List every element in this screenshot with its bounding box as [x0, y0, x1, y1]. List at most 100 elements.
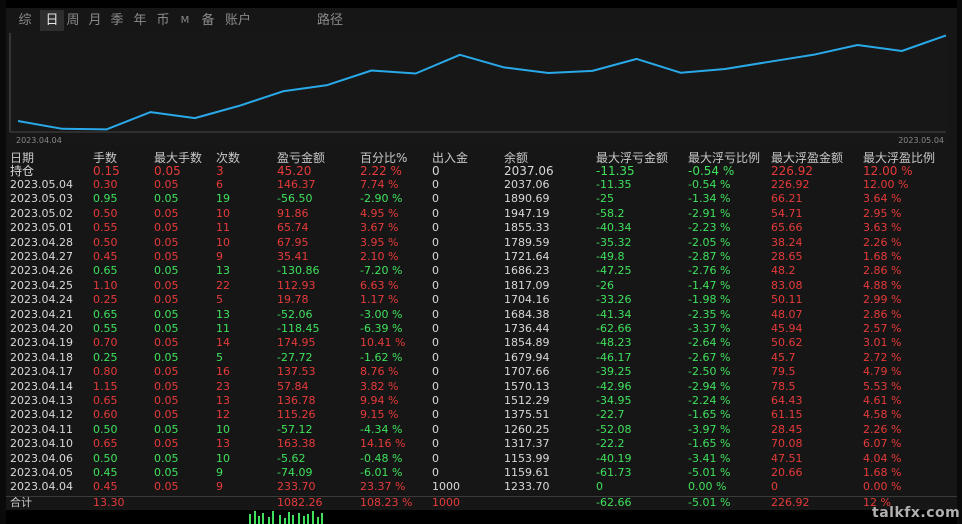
table-row[interactable]: 2023.04.05 0.45 0.05 9 -74.09 -6.01 % 0 1159.61… [0, 466, 958, 480]
cell-pct: 3.67 % [360, 221, 399, 235]
table-row[interactable]: 2023.04.21 0.65 0.05 13 -52.06 -3.00 % 0 1684.3… [0, 308, 958, 322]
cell-pct: -4.34 % [360, 422, 403, 436]
cell-max-fp-pct: 2.86 % [863, 264, 902, 278]
cell-max-fp-pct: 2.99 % [863, 293, 902, 307]
cell-max-lots: 0.05 [154, 235, 179, 249]
cell-count: 9 [216, 465, 223, 479]
cell-flow: 0 [432, 451, 439, 465]
cell-flow: 0 [432, 221, 439, 235]
cell-max-fl-pct: -2.94 % [688, 379, 731, 393]
table-row[interactable]: 2023.04.19 0.70 0.05 14 174.95 10.41 % 0 1854.8… [0, 336, 958, 350]
cell-max-fp: 64.43 [771, 393, 803, 407]
table-row[interactable]: 2023.04.12 0.60 0.05 12 115.26 9.15 % 0 1375.51… [0, 408, 958, 422]
table-row[interactable]: 2023.05.04 0.30 0.05 6 146.37 7.74 % 0 2037.06 -… [0, 178, 958, 192]
table-row[interactable]: 2023.04.06 0.50 0.05 10 -5.62 -0.48 % 0 1153.99… [0, 452, 958, 466]
cell-lots: 0.70 [93, 336, 118, 350]
cell-max-lots: 0.05 [154, 206, 179, 220]
cell-max-fp: 47.51 [771, 451, 803, 465]
cell-flow: 0 [432, 365, 439, 379]
table-row[interactable]: 2023.04.18 0.25 0.05 5 -27.72 -1.62 % 0 1679.94… [0, 351, 958, 365]
cell-max-fl-pct: -3.37 % [688, 321, 731, 335]
cell-pct: -1.62 % [360, 350, 403, 364]
table-row[interactable]: 2023.04.17 0.80 0.05 16 137.53 8.76 % 0 1707.66… [0, 365, 958, 379]
cell-max-fl-pct: -3.97 % [688, 422, 731, 436]
cell-pnl: 67.95 [277, 235, 309, 249]
cell-count: 6 [216, 177, 223, 191]
cell-balance: 1736.44 [504, 321, 550, 335]
cell-max-fl: -26 [596, 278, 614, 292]
cell-flow: 0 [432, 379, 439, 393]
table-row[interactable]: 2023.04.28 0.50 0.05 10 67.95 3.95 % 0 1789.59 -… [0, 236, 958, 250]
tab-path[interactable]: 路径 [314, 10, 346, 32]
table-row[interactable]: 2023.04.26 0.65 0.05 13 -130.86 -7.20 % 0 1686.… [0, 264, 958, 278]
cell-max-fl: -11.35 [596, 177, 632, 191]
holding-row[interactable]: 持仓 0.15 0.05 3 45.20 2.22 % 0 2037.06 -11.35 -0.5… [0, 164, 958, 178]
cell-date: 持仓 [10, 163, 35, 178]
tab-weekly[interactable]: 周 [64, 10, 82, 32]
cell-date: 2023.04.11 [10, 422, 73, 436]
cell-max-fl-pct: -5.01 % [688, 465, 731, 479]
period-tabs: 综 日 周 月 季 年 币 M 备 账户 路径 [8, 10, 948, 32]
cell-max-fl-pct: -0.54 % [688, 163, 735, 178]
cell-max-lots: 0.05 [154, 249, 179, 263]
table-row[interactable]: 2023.04.25 1.10 0.05 22 112.93 6.63 % 0 1817.09… [0, 279, 958, 293]
tab-notes[interactable]: 备 [198, 10, 218, 32]
table-row[interactable]: 2023.04.14 1.15 0.05 23 57.84 3.82 % 0 1570.13 -… [0, 380, 958, 394]
mini-volume-bars [249, 511, 323, 524]
tab-yearly[interactable]: 年 [131, 10, 149, 32]
tab-currency[interactable]: 币 [153, 10, 173, 32]
cell-pnl: 112.93 [277, 278, 316, 292]
cell-pnl: -74.09 [277, 465, 313, 479]
table-row[interactable]: 2023.04.10 0.65 0.05 13 163.38 14.16 % 0 1317.3… [0, 437, 958, 451]
cell-max-fp: 226.92 [771, 177, 810, 191]
cell-date: 2023.04.10 [10, 437, 73, 451]
cell-pct: -3.00 % [360, 307, 403, 321]
cell-pnl: 19.78 [277, 293, 309, 307]
cell-flow: 0 [432, 177, 439, 191]
total-pct: 108.23 % [360, 496, 413, 510]
table-row[interactable]: 2023.05.03 0.95 0.05 19 -56.50 -2.90 % 0 1890.6… [0, 192, 958, 206]
cell-count: 19 [216, 192, 230, 206]
cell-max-fl-pct: -2.05 % [688, 235, 731, 249]
tab-account[interactable]: 账户 [222, 10, 254, 32]
cell-pct: -7.20 % [360, 264, 403, 278]
table-row[interactable]: 2023.04.20 0.55 0.05 11 -118.45 -6.39 % 0 1736.… [0, 322, 958, 336]
cell-pnl: 233.70 [277, 480, 316, 494]
cell-date: 2023.04.14 [10, 379, 73, 393]
cell-max-fl: -39.25 [596, 365, 632, 379]
table-row[interactable]: 2023.04.04 0.45 0.05 9 233.70 23.37 % 1000 1233… [0, 480, 958, 494]
cell-max-fl-pct: -1.65 % [688, 437, 731, 451]
cell-max-fp: 50.11 [771, 293, 803, 307]
cell-max-fl: -48.23 [596, 336, 632, 350]
cell-max-fl: -62.66 [596, 321, 632, 335]
tab-quarterly[interactable]: 季 [108, 10, 126, 32]
table-row[interactable]: 2023.05.01 0.55 0.05 11 65.74 3.67 % 0 1855.33 -… [0, 221, 958, 235]
cell-lots: 0.60 [93, 408, 118, 422]
cell-max-fl-pct: -1.34 % [688, 192, 731, 206]
cell-max-lots: 0.05 [154, 307, 179, 321]
table-row[interactable]: 2023.05.02 0.50 0.05 10 91.86 4.95 % 0 1947.19 -… [0, 207, 958, 221]
tab-monthly[interactable]: 月 [86, 10, 104, 32]
cell-max-fl-pct: -2.50 % [688, 365, 731, 379]
cell-max-fp: 79.5 [771, 365, 796, 379]
cell-count: 14 [216, 336, 230, 350]
cell-balance: 1153.99 [504, 451, 550, 465]
cell-max-fp-pct: 5.53 % [863, 379, 902, 393]
cell-date: 2023.04.12 [10, 408, 73, 422]
cell-max-lots: 0.05 [154, 465, 179, 479]
tab-m[interactable]: M [178, 10, 192, 32]
tab-daily[interactable]: 日 [40, 10, 64, 32]
cell-max-fp-pct: 1.68 % [863, 249, 902, 263]
cell-lots: 0.50 [93, 451, 118, 465]
cell-pct: 6.63 % [360, 278, 399, 292]
tab-overview[interactable]: 综 [14, 10, 36, 32]
table-row[interactable]: 2023.04.11 0.50 0.05 10 -57.12 -4.34 % 0 1260.2… [0, 423, 958, 437]
cell-count: 10 [216, 451, 230, 465]
table-row[interactable]: 2023.04.24 0.25 0.05 5 19.78 1.17 % 0 1704.16 -3… [0, 293, 958, 307]
table-row[interactable]: 2023.04.27 0.45 0.05 9 35.41 2.10 % 0 1721.64 -4… [0, 250, 958, 264]
cell-count: 16 [216, 365, 230, 379]
cell-pnl: 65.74 [277, 221, 309, 235]
cell-pnl: 115.26 [277, 408, 316, 422]
cell-date: 2023.04.27 [10, 249, 73, 263]
table-row[interactable]: 2023.04.13 0.65 0.05 13 136.78 9.94 % 0 1512.29… [0, 394, 958, 408]
